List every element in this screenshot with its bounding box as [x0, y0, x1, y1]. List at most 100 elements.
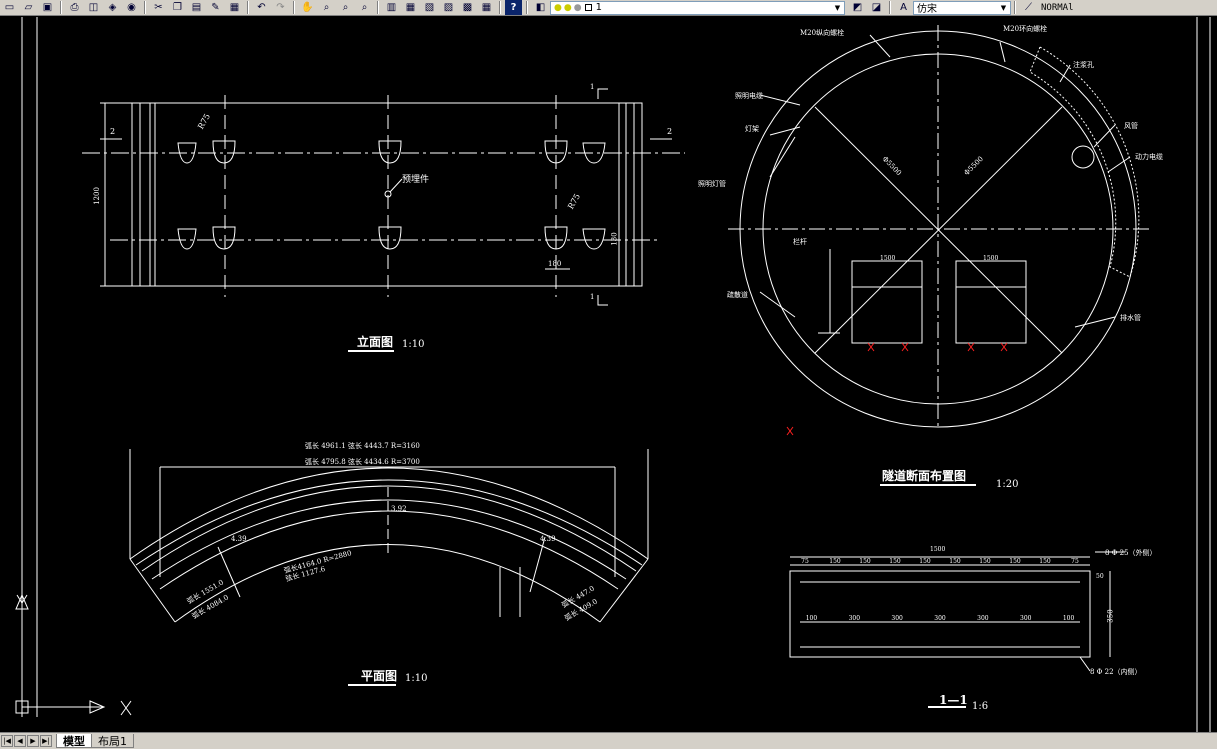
new-icon[interactable]: ▭ [1, 0, 18, 15]
leader-line [999, 41, 1006, 63]
lamp-bracket [769, 136, 796, 178]
elevation-scale: 1:10 [402, 339, 425, 350]
arc-dim-label: 弧长 4961.1 弦长 4443.7 R=3160 [305, 442, 420, 450]
layer-manager-icon[interactable]: ◧ [532, 0, 549, 15]
dim-style-icon[interactable]: ⟋ [1020, 0, 1037, 15]
prev-tab-icon[interactable]: ◀ [14, 735, 26, 747]
standard-toolbar: ▭ ▱ ▣ ⎙ ◫ ◈ ◉ ✂ ❐ ▤ ✎ ▦ ↶ ↷ ✋ ⌕ ⌕ ⌕ ▥ ▦ … [0, 0, 1217, 16]
zoom-window-icon[interactable]: ⌕ [337, 0, 354, 15]
3d-orbit-icon[interactable]: ◉ [123, 0, 140, 15]
markup-icon[interactable]: ▩ [459, 0, 476, 15]
match-properties-icon[interactable]: ✎ [207, 0, 224, 15]
rebar-label: 8 Φ 22（内侧） [1090, 668, 1142, 676]
spacing-dim: 75 [801, 558, 809, 565]
tab-model[interactable]: 模型 [56, 734, 92, 748]
angle-label: 4.39 [231, 535, 247, 543]
layer-previous-icon[interactable]: ◪ [868, 0, 885, 15]
help-icon[interactable]: ? [505, 0, 522, 15]
last-tab-icon[interactable]: ▶| [40, 735, 52, 747]
bolt-pocket [378, 140, 402, 164]
height-dim: 1200 [92, 187, 101, 205]
tool-palettes-icon[interactable]: ▧ [421, 0, 438, 15]
leader-line [759, 94, 801, 106]
bolt-line [529, 536, 546, 593]
plan-scale: 1:10 [405, 673, 428, 684]
ucs-x-label [120, 700, 132, 716]
tunnel-section-view [728, 25, 1150, 486]
rebar-label: 8 Φ 25（外侧） [1105, 549, 1157, 557]
layer-dropdown[interactable]: ● ● ● 1 ▼ [550, 0, 845, 15]
lock-icon: ● [573, 2, 582, 13]
cut-icon[interactable]: ✂ [150, 0, 167, 15]
open-icon[interactable]: ▱ [20, 0, 37, 15]
redo-icon[interactable]: ↷ [272, 0, 289, 15]
cad-window: ▭ ▱ ▣ ⎙ ◫ ◈ ◉ ✂ ❐ ▤ ✎ ▦ ↶ ↷ ✋ ⌕ ⌕ ⌕ ▥ ▦ … [0, 0, 1217, 749]
copy-icon[interactable]: ❐ [169, 0, 186, 15]
pan-icon[interactable]: ✋ [299, 0, 316, 15]
red-marker [867, 342, 875, 352]
detail-view [789, 551, 1125, 708]
spacing-dim: 150 [979, 558, 991, 565]
plan-title: 平面图 [361, 669, 398, 683]
save-icon[interactable]: ▣ [39, 0, 56, 15]
bolt-pocket [212, 226, 236, 250]
section-label: 照明电缆 [735, 92, 763, 100]
section-mark-label: 1 [590, 293, 595, 301]
chevron-down-icon[interactable]: ▼ [832, 3, 843, 13]
red-marker [1000, 342, 1008, 352]
toolbar-divider [377, 1, 379, 14]
layer-name: 1 [595, 2, 602, 13]
undo-icon[interactable]: ↶ [253, 0, 270, 15]
chevron-down-icon[interactable]: ▼ [998, 3, 1009, 13]
bolt-pocket [378, 226, 402, 250]
detail-total-dim: 1500 [930, 546, 946, 553]
paste-icon[interactable]: ▤ [188, 0, 205, 15]
publish-icon[interactable]: ◈ [104, 0, 121, 15]
walkway-box [851, 260, 923, 344]
walkway-box [955, 260, 1027, 344]
detail-scale: 1:6 [972, 701, 989, 712]
zoom-previous-icon[interactable]: ⌕ [356, 0, 373, 15]
color-square-icon [584, 4, 592, 11]
elevation-view [82, 88, 685, 352]
red-marker [901, 342, 909, 352]
sheetset-icon[interactable]: ▨ [440, 0, 457, 15]
dim-style-value[interactable]: NORMAl [1038, 3, 1074, 13]
detail-title: 1—1 [939, 693, 968, 707]
make-current-layer-icon[interactable]: ◩ [849, 0, 866, 15]
spacing-dim: 150 [919, 558, 931, 565]
plan-view [129, 449, 649, 686]
drawing-canvas[interactable]: 立面图 1:10 1 1 2 2 R75 R75 预埋件 1200 180 13… [0, 17, 1217, 732]
calculator-icon[interactable]: ▦ [478, 0, 495, 15]
side-dim: 50 [1096, 573, 1104, 580]
segment-outline [131, 102, 643, 287]
sun-icon: ● [563, 2, 572, 13]
block-editor-icon[interactable]: ▦ [226, 0, 243, 15]
red-markers [786, 342, 1008, 436]
spacing-dim: 300 [1020, 615, 1032, 622]
section-mark-label: 2 [110, 127, 116, 136]
section-label: 动力电缆 [1135, 153, 1163, 161]
print-icon[interactable]: ⎙ [66, 0, 83, 15]
text-style-icon[interactable]: A [895, 0, 912, 15]
spacing-dim: 300 [848, 615, 861, 622]
top-spacing-row: 75 150 150 150 150 150 150 150 150 75 [790, 558, 1090, 568]
next-tab-icon[interactable]: ▶ [27, 735, 39, 747]
tab-layout1[interactable]: 布局1 [91, 734, 134, 748]
toolbar-divider [60, 1, 62, 14]
text-style-dropdown[interactable]: 仿宋 ▼ [913, 0, 1011, 15]
section-label: 风管 [1124, 122, 1138, 130]
first-tab-icon[interactable]: |◀ [1, 735, 13, 747]
arc-dim-label: 弧长 4795.8 弦长 4434.6 R=3700 [305, 458, 420, 466]
design-center-icon[interactable]: ▦ [402, 0, 419, 15]
leader-line [869, 34, 891, 58]
properties-icon[interactable]: ▥ [383, 0, 400, 15]
side-dim: 350 [1106, 609, 1115, 623]
detail-outline [789, 570, 1091, 658]
section-label: 照明灯管 [698, 180, 726, 188]
zoom-realtime-icon[interactable]: ⌕ [318, 0, 335, 15]
elevation-title: 立面图 [357, 335, 394, 349]
section-mark [597, 88, 608, 99]
preview-icon[interactable]: ◫ [85, 0, 102, 15]
leader-line [759, 291, 796, 318]
